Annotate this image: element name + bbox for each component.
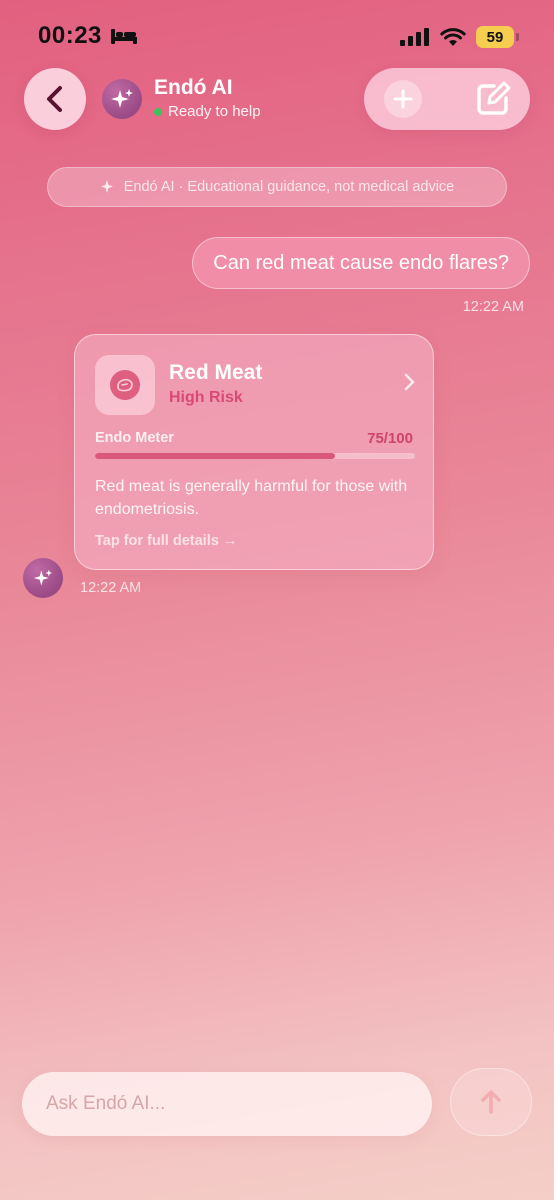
food-description: Red meat is generally harmful for those … xyxy=(95,478,408,518)
sparkles-icon xyxy=(111,89,133,108)
bot-message-time: 12:22 AM xyxy=(80,580,142,596)
sleep-bed-icon xyxy=(110,29,137,44)
disclaimer-text: Endó AI · Educational guidance, not medi… xyxy=(123,179,455,195)
battery-level: 59 xyxy=(486,28,504,46)
battery-indicator: 59 xyxy=(476,26,519,48)
disclaimer-banner: Endó AI · Educational guidance, not medi… xyxy=(47,167,507,207)
sparkle-icon xyxy=(100,180,113,193)
compose-icon xyxy=(477,81,511,115)
chevron-left-icon xyxy=(47,86,62,112)
chat-input[interactable] xyxy=(22,1072,432,1136)
status-time: 00:23 xyxy=(38,22,138,50)
sparkles-icon xyxy=(33,569,53,586)
endo-meter-bar xyxy=(95,453,415,459)
online-dot-icon xyxy=(154,107,162,116)
endo-meter-score: 75/100 xyxy=(367,430,413,447)
assistant-status-text: Ready to help xyxy=(168,103,261,120)
arrow-up-icon xyxy=(481,1090,501,1114)
risk-level: High Risk xyxy=(169,389,243,406)
food-icon-container xyxy=(95,355,155,415)
status-indicators: 59 xyxy=(400,26,519,48)
user-message-time: 12:22 AM xyxy=(462,299,524,315)
user-message-bubble: Can red meat cause endo flares? xyxy=(192,237,530,289)
food-name: Red Meat xyxy=(169,361,263,384)
chat-title: Endó AI xyxy=(154,76,233,99)
assistant-status: Ready to help xyxy=(154,103,261,120)
full-details-link[interactable]: Tap for full details → xyxy=(95,533,237,549)
food-risk-card[interactable]: Red Meat High Risk Endo Meter 75/100 Red… xyxy=(74,334,434,570)
send-button[interactable] xyxy=(450,1068,532,1136)
compose-button[interactable] xyxy=(474,80,512,118)
new-chat-button[interactable] xyxy=(384,80,422,118)
back-button[interactable] xyxy=(24,68,86,130)
header-actions xyxy=(364,68,530,130)
cellular-signal-icon xyxy=(400,28,429,46)
meat-icon xyxy=(110,370,140,400)
endo-meter-fill xyxy=(95,453,335,459)
plus-icon xyxy=(393,89,413,109)
ai-avatar xyxy=(102,79,142,119)
user-message-text: Can red meat cause endo flares? xyxy=(213,251,509,274)
endo-meter-label: Endo Meter xyxy=(95,430,174,446)
clock: 00:23 xyxy=(38,22,102,49)
chevron-right-icon xyxy=(404,373,415,391)
bot-avatar xyxy=(23,558,63,598)
wifi-icon xyxy=(440,27,466,46)
